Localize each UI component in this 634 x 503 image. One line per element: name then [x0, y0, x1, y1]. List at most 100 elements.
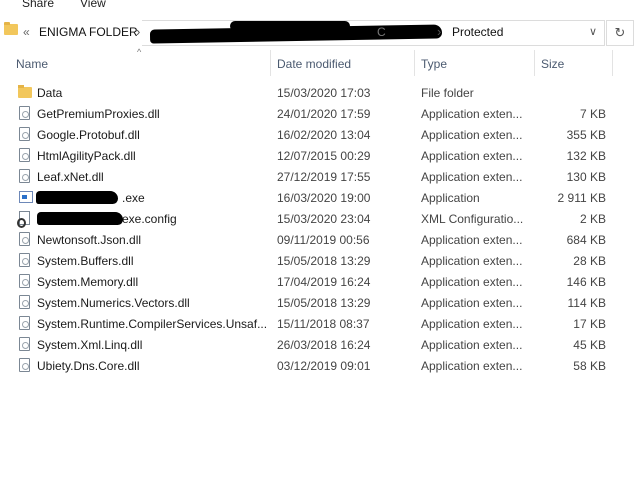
file-name: Data — [37, 86, 63, 100]
column-header: ^ Name Date modified Type Size — [0, 47, 634, 76]
dropdown-chevron-icon[interactable]: ∨ — [589, 25, 597, 38]
refresh-button[interactable]: ↻ — [606, 20, 634, 46]
file-size: 2 KB — [579, 212, 606, 226]
dll-file-icon — [19, 169, 30, 183]
file-date-modified: 15/03/2020 23:04 — [277, 212, 371, 226]
chevron-right-icon[interactable]: › — [136, 24, 140, 39]
file-name: Google.Protobuf.dll — [37, 128, 140, 142]
file-type: Application exten... — [421, 254, 523, 268]
file-name: Ubiety.Dns.Core.dll — [37, 359, 140, 373]
dll-file-icon — [19, 337, 30, 351]
file-size: 132 KB — [566, 149, 606, 163]
column-name[interactable]: Name — [16, 57, 48, 71]
file-type: XML Configuratio... — [421, 212, 524, 226]
file-size: 45 KB — [573, 338, 606, 352]
file-name: Newtonsoft.Json.dll — [37, 233, 142, 247]
file-type: Application exten... — [421, 359, 523, 373]
breadcrumb-enigma-folder[interactable]: ENIGMA FOLDER — [39, 25, 138, 39]
column-divider[interactable] — [270, 50, 271, 76]
file-name: System.Memory.dll — [37, 275, 139, 289]
refresh-icon: ↻ — [614, 25, 626, 40]
column-size[interactable]: Size — [541, 57, 564, 71]
file-size: 130 KB — [566, 170, 606, 184]
file-size: 7 KB — [579, 107, 606, 121]
file-type: Application exten... — [421, 107, 523, 121]
file-type: File folder — [421, 86, 474, 100]
file-type: Application exten... — [421, 149, 523, 163]
file-row[interactable]: HtmlAgilityPack.dll 12/07/2015 00:29 Appli… — [14, 145, 614, 166]
redaction-mark — [37, 212, 123, 225]
file-row[interactable]: Ubiety.Dns.Core.dll 03/12/2019 09:01 Appli… — [14, 355, 614, 376]
file-size: 114 KB — [567, 296, 606, 310]
view-tab[interactable]: View — [80, 0, 106, 10]
file-row[interactable]: Newtonsoft.Json.dll 09/11/2019 00:56 Appli… — [14, 229, 614, 250]
file-size: 146 KB — [566, 275, 606, 289]
file-date-modified: 12/07/2015 00:29 — [277, 149, 371, 163]
dll-file-icon — [19, 232, 30, 246]
dll-file-icon — [19, 316, 30, 330]
file-name: HtmlAgilityPack.dll — [37, 149, 136, 163]
file-date-modified: 16/02/2020 13:04 — [277, 128, 371, 142]
file-type: Application exten... — [421, 233, 523, 247]
file-size: 2 911 KB — [557, 191, 606, 205]
file-size: 28 KB — [573, 254, 606, 268]
sort-up-icon: ^ — [137, 47, 142, 57]
chevron-right-icon[interactable]: › — [437, 24, 441, 39]
file-date-modified: 26/03/2018 16:24 — [277, 338, 371, 352]
redaction-mark — [36, 191, 118, 204]
overflow-chevron-icon[interactable]: « — [23, 25, 30, 39]
dll-file-icon — [19, 253, 30, 267]
application-icon — [19, 191, 33, 203]
folder-icon — [4, 22, 18, 35]
file-row[interactable]: System.Runtime.CompilerServices.Unsaf...… — [14, 313, 614, 334]
file-date-modified: 15/05/2018 13:29 — [277, 254, 371, 268]
column-date-modified[interactable]: Date modified — [277, 57, 351, 71]
file-row[interactable]: System.Xml.Linq.dll 26/03/2018 16:24 Appli… — [14, 334, 614, 355]
dll-file-icon — [19, 148, 30, 162]
breadcrumb-partial[interactable]: C — [377, 25, 386, 39]
file-name: System.Xml.Linq.dll — [37, 338, 143, 352]
file-size: 17 KB — [573, 317, 606, 331]
file-row[interactable]: Data 15/03/2020 17:03 File folder — [14, 82, 614, 103]
folder-icon — [18, 85, 32, 98]
column-type[interactable]: Type — [421, 57, 447, 71]
column-divider[interactable] — [612, 50, 613, 76]
file-date-modified: 27/12/2019 17:55 — [277, 170, 371, 184]
file-type: Application exten... — [421, 128, 523, 142]
file-row[interactable]: GetPremiumProxies.dll 24/01/2020 17:59 App… — [14, 103, 614, 124]
file-date-modified: 03/12/2019 09:01 — [277, 359, 371, 373]
file-date-modified: 09/11/2019 00:56 — [277, 233, 370, 247]
file-date-modified: 15/11/2018 08:37 — [277, 317, 370, 331]
file-type: Application exten... — [421, 275, 523, 289]
share-tab[interactable]: Share — [22, 0, 54, 10]
file-name: System.Runtime.CompilerServices.Unsaf... — [37, 317, 268, 331]
file-row[interactable]: Google.Protobuf.dll 16/02/2020 13:04 Appli… — [14, 124, 614, 145]
file-type: Application exten... — [421, 170, 523, 184]
file-row[interactable]: System.Memory.dll 17/04/2019 16:24 Applica… — [14, 271, 614, 292]
file-size: 355 KB — [566, 128, 606, 142]
file-type: Application — [421, 191, 480, 205]
ribbon: Share View — [0, 0, 634, 13]
dll-file-icon — [19, 295, 30, 309]
config-file-icon — [17, 211, 30, 228]
file-type: Application exten... — [421, 296, 523, 310]
file-size: 684 KB — [566, 233, 606, 247]
breadcrumb-protected[interactable]: Protected — [452, 25, 503, 39]
file-size: 58 KB — [573, 359, 606, 373]
file-name: GetPremiumProxies.dll — [37, 107, 160, 121]
dll-file-icon — [19, 274, 30, 288]
column-divider[interactable] — [534, 50, 535, 76]
file-row[interactable]: System.Buffers.dll 15/05/2018 13:29 Applic… — [14, 250, 614, 271]
file-date-modified: 15/05/2018 13:29 — [277, 296, 371, 310]
file-type: Application exten... — [421, 317, 523, 331]
file-row[interactable]: Leaf.xNet.dll 27/12/2019 17:55 Application… — [14, 166, 614, 187]
file-date-modified: 17/04/2019 16:24 — [277, 275, 371, 289]
column-divider[interactable] — [414, 50, 415, 76]
file-date-modified: 16/03/2020 19:00 — [277, 191, 371, 205]
file-row[interactable]: System.Numerics.Vectors.dll 15/05/2018 13… — [14, 292, 614, 313]
file-name: System.Numerics.Vectors.dll — [37, 296, 190, 310]
address-bar[interactable]: « ENIGMA FOLDER › C › Protected ∨ ↻ — [0, 20, 634, 46]
file-date-modified: 24/01/2020 17:59 — [277, 107, 371, 121]
file-type: Application exten... — [421, 338, 523, 352]
dll-file-icon — [19, 106, 30, 120]
